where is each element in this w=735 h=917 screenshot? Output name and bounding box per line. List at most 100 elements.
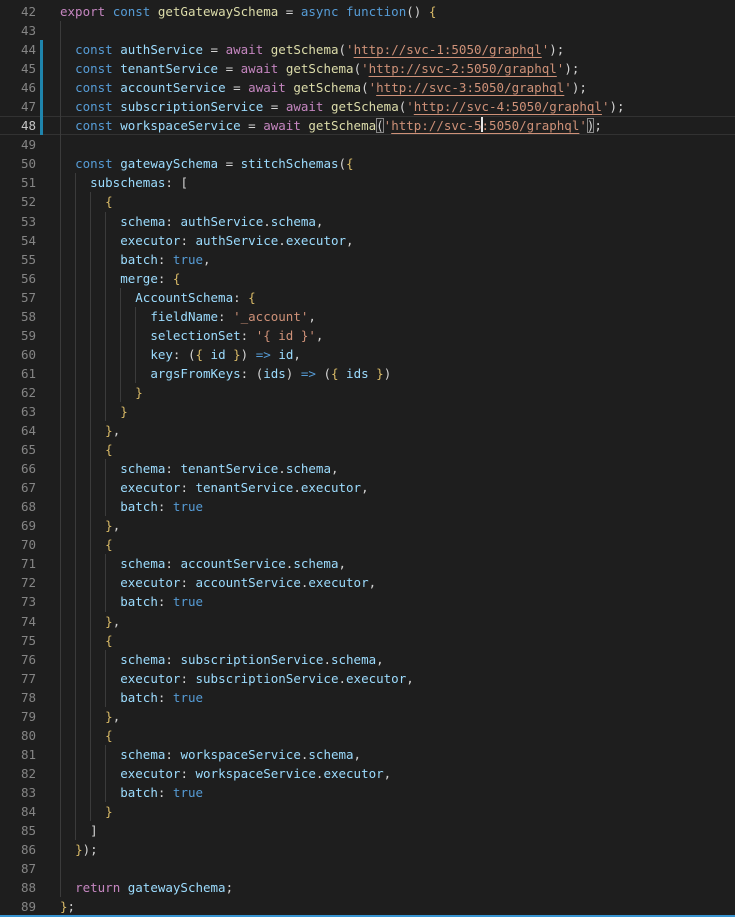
code-line-47[interactable]: 47 const subscriptionService = await get… [0, 97, 735, 116]
line-number[interactable]: 87 [0, 859, 36, 878]
code-text[interactable] [60, 135, 735, 154]
code-text[interactable]: const tenantService = await getSchema('h… [60, 59, 735, 78]
line-number[interactable]: 56 [0, 269, 36, 288]
line-number[interactable]: 57 [0, 288, 36, 307]
code-line-59[interactable]: 59 selectionSet: '{ id }', [0, 326, 735, 345]
code-line-89[interactable]: 89}; [0, 897, 735, 916]
code-text[interactable]: const subscriptionService = await getSch… [60, 97, 735, 116]
line-number[interactable]: 77 [0, 669, 36, 688]
code-line-61[interactable]: 61 argsFromKeys: (ids) => ({ ids }) [0, 364, 735, 383]
code-text[interactable]: export const getGatewaySchema = async fu… [60, 2, 735, 21]
line-number[interactable]: 62 [0, 383, 36, 402]
code-line-87[interactable]: 87 [0, 859, 735, 878]
code-text[interactable]: const gatewaySchema = stitchSchemas({ [60, 154, 735, 173]
code-text[interactable]: return gatewaySchema; [60, 878, 735, 897]
git-modified-indicator[interactable] [40, 40, 43, 59]
code-text[interactable]: subschemas: [ [60, 173, 735, 192]
line-number[interactable]: 51 [0, 173, 36, 192]
code-line-81[interactable]: 81 schema: workspaceService.schema, [0, 745, 735, 764]
code-text[interactable]: key: ({ id }) => id, [60, 345, 735, 364]
code-line-57[interactable]: 57 AccountSchema: { [0, 288, 735, 307]
code-line-51[interactable]: 51 subschemas: [ [0, 173, 735, 192]
code-text[interactable]: }, [60, 707, 735, 726]
line-number[interactable]: 70 [0, 535, 36, 554]
code-line-49[interactable]: 49 [0, 135, 735, 154]
line-number[interactable]: 50 [0, 154, 36, 173]
line-number[interactable]: 60 [0, 345, 36, 364]
code-text[interactable]: }, [60, 612, 735, 631]
code-text[interactable]: { [60, 192, 735, 211]
code-line-73[interactable]: 73 batch: true [0, 592, 735, 611]
code-line-42[interactable]: 42 export const getGatewaySchema = async … [0, 2, 735, 21]
code-line-71[interactable]: 71 schema: accountService.schema, [0, 554, 735, 573]
line-number[interactable]: 55 [0, 250, 36, 269]
line-number[interactable]: 78 [0, 688, 36, 707]
line-number[interactable]: 84 [0, 802, 36, 821]
line-number[interactable]: 88 [0, 878, 36, 897]
code-line-66[interactable]: 66 schema: tenantService.schema, [0, 459, 735, 478]
code-text[interactable]: }, [60, 516, 735, 535]
code-text[interactable]: executor: authService.executor, [60, 231, 735, 250]
line-number[interactable]: 67 [0, 478, 36, 497]
code-line-85[interactable]: 85 ] [0, 821, 735, 840]
code-text[interactable]: }, [60, 421, 735, 440]
line-number[interactable]: 72 [0, 573, 36, 592]
code-line-65[interactable]: 65 { [0, 440, 735, 459]
code-text[interactable]: batch: true [60, 783, 735, 802]
line-number[interactable]: 49 [0, 135, 36, 154]
code-text[interactable]: ] [60, 821, 735, 840]
code-line-52[interactable]: 52 { [0, 192, 735, 211]
code-line-48[interactable]: 48 const workspaceService = await getSch… [0, 116, 735, 135]
line-number[interactable]: 59 [0, 326, 36, 345]
code-line-76[interactable]: 76 schema: subscriptionService.schema, [0, 650, 735, 669]
line-number[interactable]: 86 [0, 840, 36, 859]
code-text[interactable]: executor: tenantService.executor, [60, 478, 735, 497]
code-line-55[interactable]: 55 batch: true, [0, 250, 735, 269]
line-number[interactable]: 47 [0, 97, 36, 116]
code-line-64[interactable]: 64 }, [0, 421, 735, 440]
code-text[interactable]: { [60, 631, 735, 650]
git-modified-indicator[interactable] [40, 59, 43, 78]
line-number[interactable]: 44 [0, 40, 36, 59]
code-text[interactable]: { [60, 535, 735, 554]
code-text[interactable] [60, 859, 735, 878]
line-number[interactable]: 75 [0, 631, 36, 650]
line-number[interactable]: 42 [0, 2, 36, 21]
git-modified-indicator[interactable] [40, 116, 43, 135]
code-line-88[interactable]: 88 return gatewaySchema; [0, 878, 735, 897]
git-modified-indicator[interactable] [40, 97, 43, 116]
code-line-63[interactable]: 63 } [0, 402, 735, 421]
code-text[interactable]: const workspaceService = await getSchema… [60, 116, 735, 135]
code-line-62[interactable]: 62 } [0, 383, 735, 402]
code-text[interactable]: schema: subscriptionService.schema, [60, 650, 735, 669]
line-number[interactable]: 61 [0, 364, 36, 383]
code-line-83[interactable]: 83 batch: true [0, 783, 735, 802]
code-line-77[interactable]: 77 executor: subscriptionService.executo… [0, 669, 735, 688]
code-text[interactable]: schema: tenantService.schema, [60, 459, 735, 478]
code-text[interactable]: batch: true [60, 592, 735, 611]
code-text[interactable]: }; [60, 897, 735, 916]
code-text[interactable] [60, 21, 735, 40]
code-line-70[interactable]: 70 { [0, 535, 735, 554]
line-number[interactable]: 80 [0, 726, 36, 745]
line-number[interactable]: 46 [0, 78, 36, 97]
code-line-46[interactable]: 46 const accountService = await getSchem… [0, 78, 735, 97]
line-number[interactable]: 89 [0, 897, 36, 916]
code-text[interactable]: fieldName: '_account', [60, 307, 735, 326]
code-text[interactable]: batch: true [60, 688, 735, 707]
code-line-54[interactable]: 54 executor: authService.executor, [0, 231, 735, 250]
code-text[interactable]: argsFromKeys: (ids) => ({ ids }) [60, 364, 735, 383]
code-line-79[interactable]: 79 }, [0, 707, 735, 726]
line-number[interactable]: 43 [0, 21, 36, 40]
line-number[interactable]: 58 [0, 307, 36, 326]
line-number[interactable]: 52 [0, 192, 36, 211]
code-line-74[interactable]: 74 }, [0, 612, 735, 631]
code-text[interactable]: executor: subscriptionService.executor, [60, 669, 735, 688]
code-line-75[interactable]: 75 { [0, 631, 735, 650]
code-line-84[interactable]: 84 } [0, 802, 735, 821]
code-text[interactable]: const authService = await getSchema('htt… [60, 40, 735, 59]
code-line-72[interactable]: 72 executor: accountService.executor, [0, 573, 735, 592]
line-number[interactable]: 71 [0, 554, 36, 573]
line-number[interactable]: 79 [0, 707, 36, 726]
code-line-44[interactable]: 44 const authService = await getSchema('… [0, 40, 735, 59]
